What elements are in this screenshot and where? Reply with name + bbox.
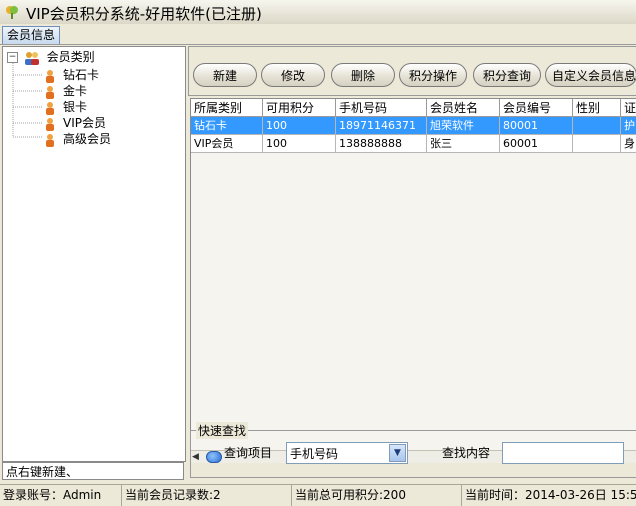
window-title: VIP会员积分系统-好用软件(已注册): [26, 5, 262, 23]
member-icon: [46, 69, 54, 83]
table-cell: 138888888: [336, 135, 427, 153]
title-bar: VIP会员积分系统-好用软件(已注册): [0, 0, 636, 25]
column-header[interactable]: 证: [621, 99, 636, 117]
search-content-input[interactable]: [502, 442, 624, 464]
table-cell: 18971146371: [336, 117, 427, 135]
table-cell: [573, 117, 621, 135]
table-cell: 护: [621, 117, 636, 135]
toolbar: 新建 修改 删除 积分操作 积分查询 自定义会员信息: [188, 46, 636, 96]
tree-item-silver[interactable]: 银卡: [43, 99, 87, 115]
status-current-time: 当前时间：2014-03-26日 15:56: [465, 488, 636, 502]
column-header[interactable]: 会员姓名: [427, 99, 500, 117]
table-row[interactable]: VIP会员 100 138888888 张三 60001 身: [191, 135, 636, 153]
status-record-count: 当前会员记录数:2: [122, 485, 292, 506]
app-logo-icon: [6, 6, 18, 19]
tree-item-label: 高级会员: [63, 132, 112, 146]
table-cell: 60001: [500, 135, 573, 153]
table-cell: 100: [263, 135, 336, 153]
points-operation-button[interactable]: 积分操作: [399, 63, 467, 87]
quick-search: 快速查找 查询项目 手机号码 ▼ 查找内容: [188, 422, 636, 482]
search-field-select[interactable]: 手机号码 ▼: [286, 442, 408, 464]
member-table[interactable]: 所属类别 可用积分 手机号码 会员姓名 会员编号 性别 证 钻石卡 100 18…: [190, 98, 636, 460]
tree-item-diamond[interactable]: 钻石卡: [43, 67, 99, 83]
tree-item-senior[interactable]: 高级会员: [43, 131, 111, 147]
column-header[interactable]: 可用积分: [263, 99, 336, 117]
status-user: 登录账号：Admin: [0, 485, 122, 506]
tree-item-vip[interactable]: VIP会员: [43, 115, 106, 131]
tree-item-label: 银卡: [63, 100, 88, 114]
tree-item-gold[interactable]: 金卡: [43, 83, 87, 99]
table-cell: 80001: [500, 117, 573, 135]
table-row[interactable]: 钻石卡 100 18971146371 旭荣软件 80001 护: [191, 117, 636, 135]
table-header: 所属类别 可用积分 手机号码 会员姓名 会员编号 性别 证: [191, 99, 636, 117]
search-field-value: 手机号码: [290, 447, 339, 461]
table-cell: 100: [263, 117, 336, 135]
column-header[interactable]: 所属类别: [191, 99, 263, 117]
column-header[interactable]: 会员编号: [500, 99, 573, 117]
status-bar: 登录账号：Admin 当前会员记录数:2 当前总可用积分:200 当前时间：20…: [0, 484, 636, 506]
column-header[interactable]: 手机号码: [336, 99, 427, 117]
new-button[interactable]: 新建: [193, 63, 257, 87]
tab-strip: 会员信息: [0, 24, 636, 45]
status-total-points: 当前总可用积分:200: [292, 485, 462, 506]
tree-item-label: 钻石卡: [63, 68, 100, 82]
column-header[interactable]: 性别: [573, 99, 621, 117]
tree-item-label: VIP会员: [63, 116, 106, 130]
search-content-label: 查找内容: [442, 446, 491, 460]
delete-button[interactable]: 删除: [331, 63, 395, 87]
search-field-label: 查询项目: [224, 446, 273, 460]
dropdown-arrow-icon[interactable]: ▼: [389, 444, 406, 462]
table-cell: 钻石卡: [191, 117, 263, 135]
table-cell: 张三: [427, 135, 500, 153]
quick-search-legend: 快速查找: [196, 422, 249, 439]
table-cell: 身: [621, 135, 636, 153]
main-panel: 新建 修改 删除 积分操作 积分查询 自定义会员信息 所属类别 可用积分 手机号…: [188, 46, 636, 482]
tree-root-label: 会员类别: [46, 50, 95, 64]
left-hint-text: 点右键新建、: [2, 462, 184, 480]
member-icon: [46, 133, 54, 147]
users-group-icon: [24, 51, 39, 65]
collapse-icon[interactable]: −: [7, 52, 18, 63]
member-icon: [46, 117, 54, 131]
edit-button[interactable]: 修改: [261, 63, 325, 87]
tree-root[interactable]: − 会员类别: [7, 49, 95, 65]
member-icon: [46, 85, 54, 99]
member-icon: [46, 101, 54, 115]
tree-item-label: 金卡: [63, 84, 88, 98]
category-tree[interactable]: − 会员类别 钻石卡 金卡 银卡 VIP会员 高级会员: [2, 46, 186, 462]
table-cell: 旭荣软件: [427, 117, 500, 135]
table-cell: [573, 135, 621, 153]
table-cell: VIP会员: [191, 135, 263, 153]
custom-member-info-button[interactable]: 自定义会员信息: [545, 63, 636, 87]
tab-member-info[interactable]: 会员信息: [2, 26, 61, 44]
points-query-button[interactable]: 积分查询: [473, 63, 541, 87]
